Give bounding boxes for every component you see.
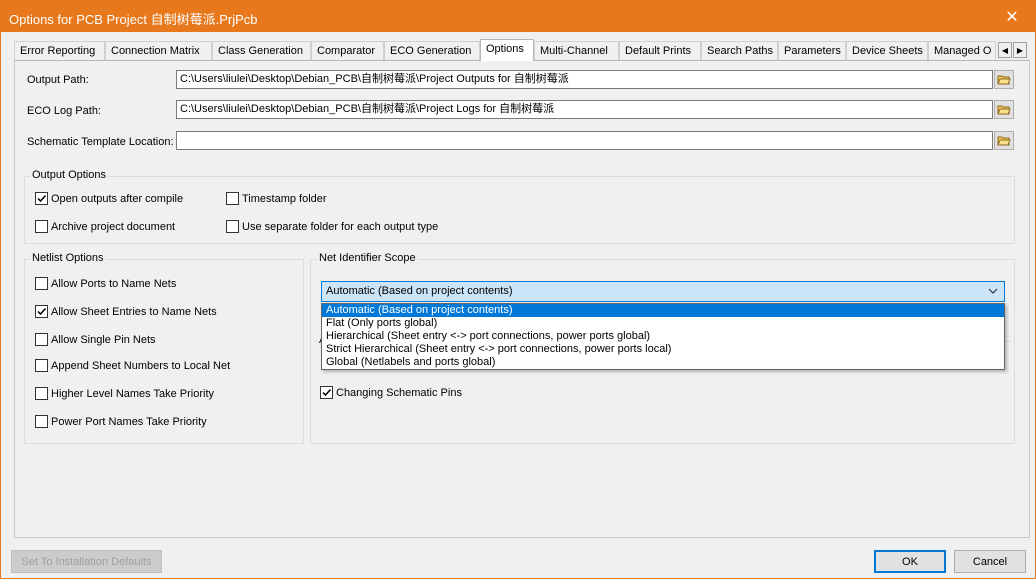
net-scope-dropdown-list: Automatic (Based on project contents) Fl…: [321, 303, 1005, 370]
tab-error-reporting[interactable]: Error Reporting: [14, 41, 105, 60]
options-dialog: Options for PCB Project 自制树莓派.PrjPcb ✕ E…: [0, 0, 1036, 579]
changing-schematic-pins-checkbox[interactable]: Changing Schematic Pins: [320, 386, 462, 399]
power-port-names-checkbox[interactable]: Power Port Names Take Priority: [35, 415, 207, 428]
ok-button[interactable]: OK: [874, 550, 946, 573]
net-scope-option-strict-hierarchical[interactable]: Strict Hierarchical (Sheet entry <-> por…: [322, 343, 1004, 356]
chevron-down-icon: [988, 288, 998, 294]
close-button[interactable]: ✕: [989, 1, 1035, 32]
checkbox-unchecked-icon: [35, 277, 48, 290]
eco-log-path-field[interactable]: C:\Users\liulei\Desktop\Debian_PCB\自制树莓派…: [176, 100, 993, 119]
tab-multi-channel[interactable]: Multi-Channel: [534, 41, 619, 60]
net-identifier-scope-title: Net Identifier Scope: [317, 252, 418, 264]
output-options-group: Output Options: [24, 169, 1015, 244]
tab-managed-outputs[interactable]: Managed O: [928, 41, 996, 60]
open-outputs-label: Open outputs after compile: [51, 192, 184, 205]
allow-single-pin-label: Allow Single Pin Nets: [51, 333, 156, 346]
tab-scroll-left-button[interactable]: ◀: [998, 42, 1012, 58]
net-scope-selected-value: Automatic (Based on project contents): [326, 285, 513, 297]
tab-options[interactable]: Options: [480, 39, 534, 61]
checkbox-checked-icon: [35, 192, 48, 205]
chevron-left-icon: ◀: [1001, 45, 1009, 55]
checkbox-unchecked-icon: [35, 359, 48, 372]
tab-comparator[interactable]: Comparator: [311, 41, 384, 60]
higher-level-names-checkbox[interactable]: Higher Level Names Take Priority: [35, 387, 214, 400]
tab-parameters[interactable]: Parameters: [778, 41, 846, 60]
allow-single-pin-checkbox[interactable]: Allow Single Pin Nets: [35, 333, 156, 346]
power-port-names-label: Power Port Names Take Priority: [51, 415, 207, 428]
close-icon: ✕: [1005, 8, 1019, 26]
tab-strip: Error Reporting Connection Matrix Class …: [14, 39, 1024, 61]
net-scope-option-global[interactable]: Global (Netlabels and ports global): [322, 356, 1004, 369]
net-scope-option-automatic[interactable]: Automatic (Based on project contents): [322, 304, 1004, 317]
tab-connection-matrix[interactable]: Connection Matrix: [105, 41, 212, 60]
open-outputs-checkbox[interactable]: Open outputs after compile: [35, 192, 183, 205]
tab-scroll-right-button[interactable]: ▶: [1013, 42, 1027, 58]
folder-open-icon: [997, 105, 1011, 114]
separate-folder-checkbox[interactable]: Use separate folder for each output type: [226, 220, 438, 233]
allow-sheet-entries-checkbox[interactable]: Allow Sheet Entries to Name Nets: [35, 305, 217, 318]
chevron-right-icon: ▶: [1016, 45, 1024, 55]
window-title: Options for PCB Project 自制树莓派.PrjPcb: [9, 12, 258, 27]
archive-document-checkbox[interactable]: Archive project document: [35, 220, 175, 233]
output-path-label: Output Path:: [27, 74, 89, 86]
tab-search-paths[interactable]: Search Paths: [701, 41, 778, 60]
output-options-title: Output Options: [30, 169, 108, 181]
schematic-template-browse-button[interactable]: [994, 131, 1014, 150]
net-scope-option-flat[interactable]: Flat (Only ports global): [322, 317, 1004, 330]
timestamp-folder-checkbox[interactable]: Timestamp folder: [226, 192, 327, 205]
tab-class-generation[interactable]: Class Generation: [212, 41, 311, 60]
timestamp-folder-label: Timestamp folder: [242, 192, 327, 205]
allow-ports-label: Allow Ports to Name Nets: [51, 277, 177, 290]
output-path-field[interactable]: C:\Users\liulei\Desktop\Debian_PCB\自制树莓派…: [176, 70, 993, 89]
checkbox-unchecked-icon: [35, 220, 48, 233]
checkbox-unchecked-icon: [35, 415, 48, 428]
schematic-template-label: Schematic Template Location:: [27, 136, 174, 148]
tab-eco-generation[interactable]: ECO Generation: [384, 41, 480, 60]
folder-open-icon: [997, 136, 1011, 145]
allow-sheet-entries-label: Allow Sheet Entries to Name Nets: [51, 305, 217, 318]
title-bar: Options for PCB Project 自制树莓派.PrjPcb ✕: [1, 1, 1035, 32]
archive-document-label: Archive project document: [51, 220, 176, 233]
eco-log-path-label: ECO Log Path:: [27, 105, 101, 117]
separate-folder-label: Use separate folder for each output type: [242, 220, 439, 233]
net-scope-option-hierarchical[interactable]: Hierarchical (Sheet entry <-> port conne…: [322, 330, 1004, 343]
cancel-button[interactable]: Cancel: [954, 550, 1026, 573]
checkbox-unchecked-icon: [35, 333, 48, 346]
schematic-template-field[interactable]: [176, 131, 993, 150]
net-scope-select[interactable]: Automatic (Based on project contents): [321, 281, 1005, 302]
checkbox-checked-icon: [35, 305, 48, 318]
set-defaults-button[interactable]: Set To Installation Defaults: [11, 550, 162, 573]
eco-log-path-browse-button[interactable]: [994, 100, 1014, 119]
append-sheet-numbers-checkbox[interactable]: Append Sheet Numbers to Local Net: [35, 359, 230, 372]
tab-device-sheets[interactable]: Device Sheets: [846, 41, 928, 60]
folder-open-icon: [997, 75, 1011, 84]
tab-default-prints[interactable]: Default Prints: [619, 41, 701, 60]
checkbox-checked-icon: [320, 386, 333, 399]
higher-level-names-label: Higher Level Names Take Priority: [51, 387, 215, 400]
netlist-options-title: Netlist Options: [30, 252, 106, 264]
output-path-browse-button[interactable]: [994, 70, 1014, 89]
append-sheet-numbers-label: Append Sheet Numbers to Local Net: [51, 359, 231, 372]
checkbox-unchecked-icon: [35, 387, 48, 400]
allow-ports-checkbox[interactable]: Allow Ports to Name Nets: [35, 277, 176, 290]
checkbox-unchecked-icon: [226, 220, 239, 233]
checkbox-unchecked-icon: [226, 192, 239, 205]
changing-schematic-pins-label: Changing Schematic Pins: [336, 386, 462, 399]
